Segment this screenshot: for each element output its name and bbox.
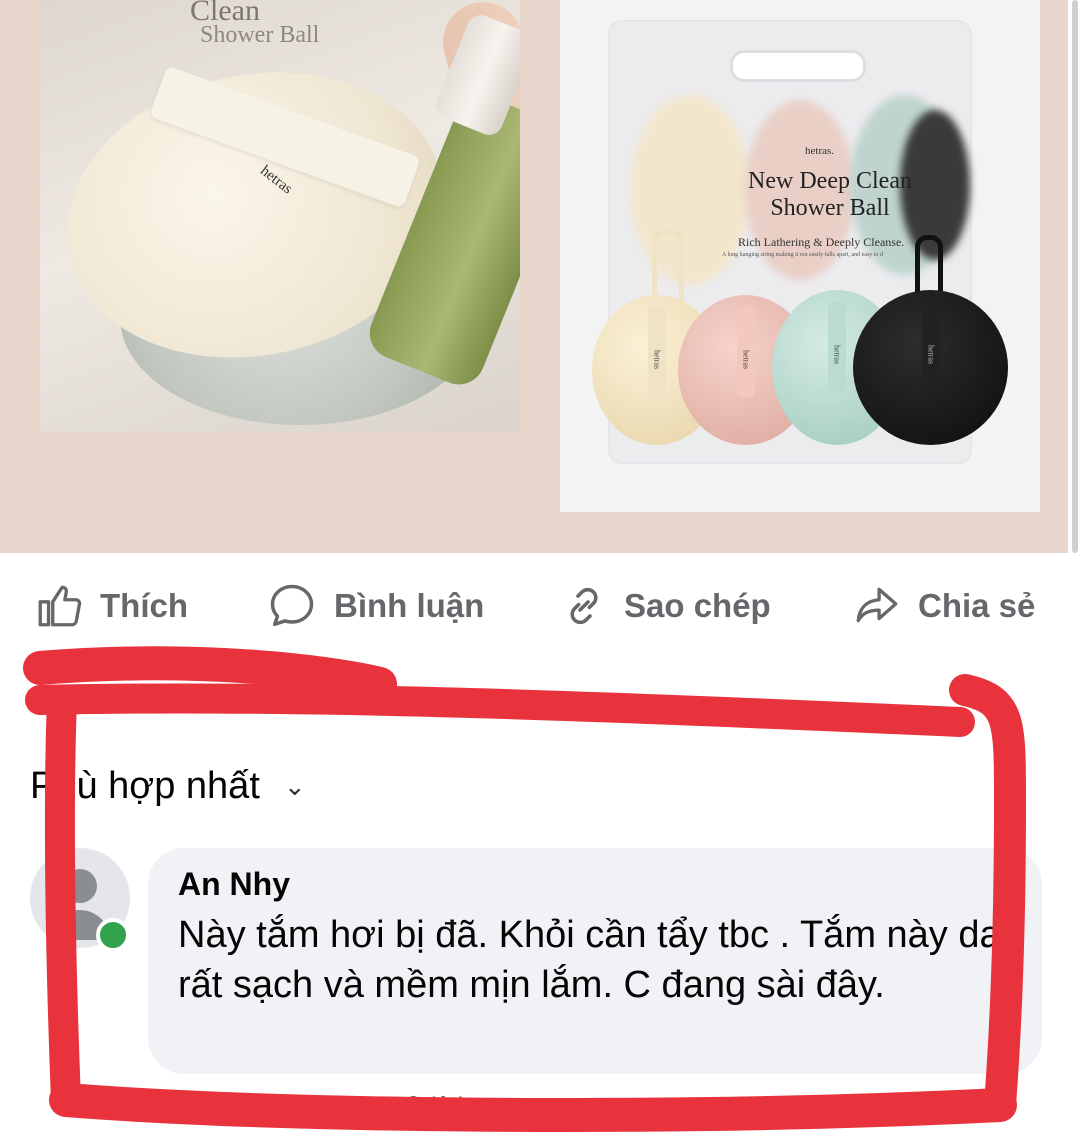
package-tiny-text: A long hanging string making it not easi… [722,252,883,258]
post-action-bar: Thích Bình luận Sao chép Chia sẻ [0,560,1080,650]
ball-brand: hetras [652,349,662,370]
share-arrow-icon [856,587,898,623]
like-label: Thích [100,587,188,624]
package-title: New Deep Clean Shower Ball [720,168,940,222]
copy-label: Sao chép [624,587,771,624]
product-photo-left[interactable]: Clean Shower Ball hetras [40,0,520,432]
package-title-line2: Shower Ball [770,195,890,221]
product-photo-right[interactable]: hetras. New Deep Clean Shower Ball Rich … [560,0,1040,512]
speech-bubble-icon [270,584,314,627]
thumbs-up-icon [38,585,82,627]
ball-brand: hetras [741,349,750,370]
scrollbar-thumb[interactable] [1072,0,1078,553]
reply-button[interactable]: Trả lời [378,1092,463,1126]
comment-bubble[interactable]: An Nhy Này tắm hơi bị đã. Khỏi cần tẩy t… [148,848,1042,1074]
share-label: Chia sẻ [918,587,1036,624]
copy-button[interactable]: Sao chép [560,580,771,632]
package-handle [730,50,866,82]
package-subtitle: Rich Lathering & Deeply Cleanse. [738,235,905,249]
online-status-dot [96,918,130,952]
comment-time[interactable]: 1 phút [175,1092,258,1126]
box-print-line2: Shower Ball [200,22,320,48]
like-button[interactable]: Thích [34,580,188,632]
comment-sort-dropdown[interactable]: Phù hợp nhất ⌄ [30,765,306,808]
shower-ball-black: hetras [853,290,1008,445]
comment-label: Bình luận [334,587,485,624]
package-title-line1: New Deep Clean [748,168,912,194]
link-icon [570,587,598,625]
comment-text: Này tắm hơi bị đã. Khỏi cần tẩy tbc . Tắ… [178,914,1001,1006]
ball-brand: hetras [832,344,842,365]
post-media[interactable]: Clean Shower Ball hetras hetras. New Dee… [0,0,1068,553]
share-button[interactable]: Chia sẻ [852,580,1035,632]
scrollbar-track[interactable] [1068,0,1080,553]
ball-brand: hetras [926,344,935,365]
comment-meta: 1 phút Trả lời [175,1092,464,1126]
chevron-down-icon: ⌄ [283,771,306,801]
comment-button[interactable]: Bình luận [266,580,484,632]
package-brand: hetras. [805,145,835,157]
sort-label: Phù hợp nhất [30,765,260,807]
comment-author[interactable]: An Nhy [178,866,290,903]
